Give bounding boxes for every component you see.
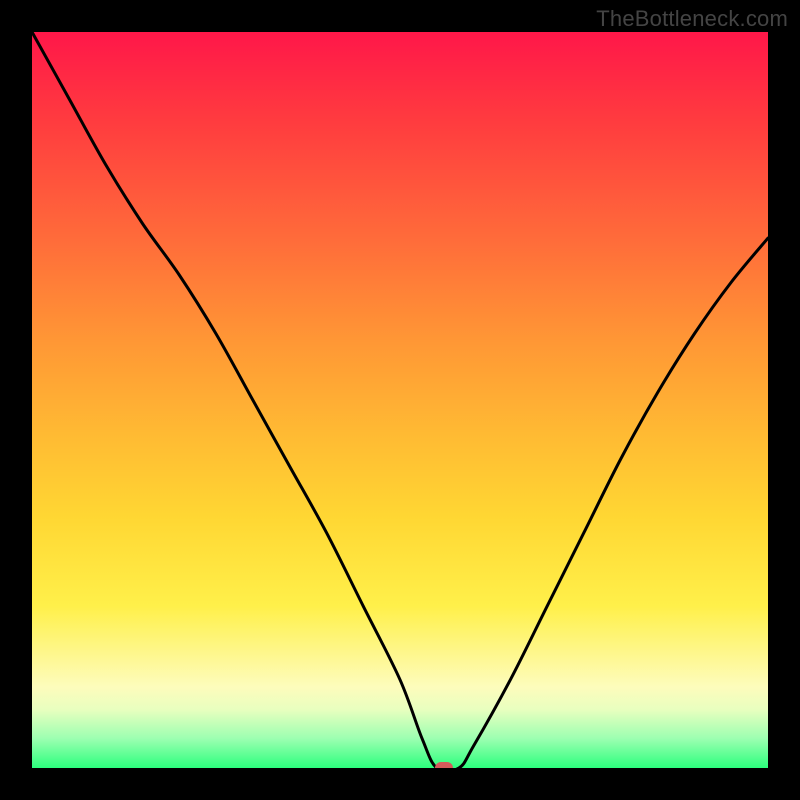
optimal-point-marker xyxy=(435,762,453,768)
watermark-text: TheBottleneck.com xyxy=(596,6,788,32)
bottleneck-curve xyxy=(32,32,768,768)
chart-frame: TheBottleneck.com xyxy=(0,0,800,800)
plot-area xyxy=(32,32,768,768)
